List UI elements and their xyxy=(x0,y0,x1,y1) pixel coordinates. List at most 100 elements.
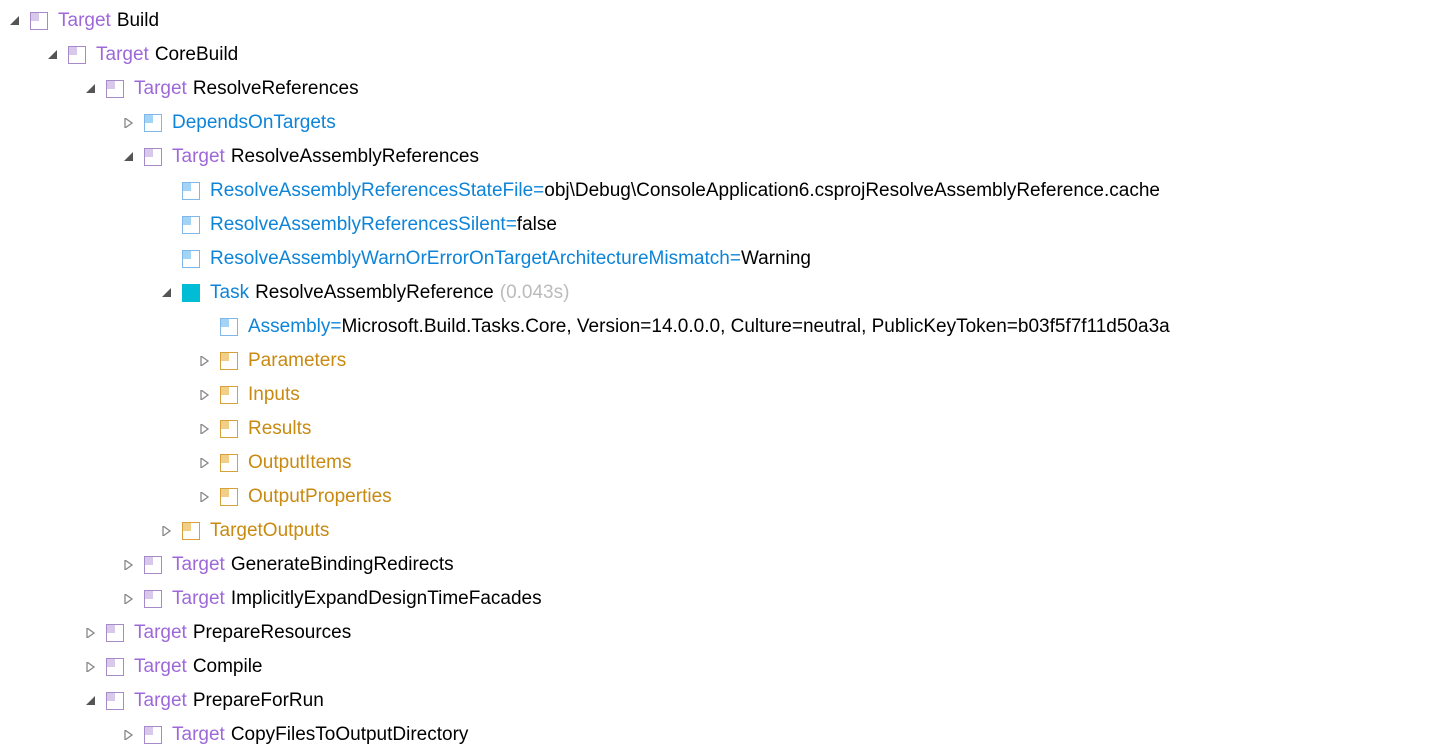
tree-item-text: GenerateBindingRedirects xyxy=(231,548,454,581)
expand-toggle-collapsed[interactable] xyxy=(198,458,212,468)
prop-statefile[interactable]: ResolveAssemblyReferencesStateFile = obj… xyxy=(8,174,1445,208)
purple-square-icon xyxy=(30,12,48,30)
expand-toggle-collapsed[interactable] xyxy=(198,356,212,366)
expand-toggle-collapsed[interactable] xyxy=(122,594,136,604)
tree-item-text: OutputItems xyxy=(248,446,352,479)
expand-toggle-expanded[interactable] xyxy=(84,696,98,706)
target-prepres[interactable]: TargetPrepareResources xyxy=(8,616,1445,650)
blue-square-icon xyxy=(144,114,162,132)
tree-item-text: (0.043s) xyxy=(500,276,570,309)
tree-item-text: Results xyxy=(248,412,311,445)
expand-toggle-collapsed[interactable] xyxy=(122,730,136,740)
expand-toggle-expanded[interactable] xyxy=(8,16,22,26)
purple-square-icon xyxy=(144,556,162,574)
folder-inputs[interactable]: Inputs xyxy=(8,378,1445,412)
orange-square-icon xyxy=(220,454,238,472)
tree-item-text: ResolveAssemblyWarnOrErrorOnTargetArchit… xyxy=(210,242,730,275)
expand-toggle-collapsed[interactable] xyxy=(198,492,212,502)
tree-item-text: false xyxy=(517,208,557,241)
blue-square-icon xyxy=(220,318,238,336)
blue-square-icon xyxy=(182,250,200,268)
expand-toggle-collapsed[interactable] xyxy=(84,662,98,672)
cyan-square-icon xyxy=(182,284,200,302)
prop-assembly[interactable]: Assembly = Microsoft.Build.Tasks.Core, V… xyxy=(8,310,1445,344)
tree-item-text: obj\Debug\ConsoleApplication6.csprojReso… xyxy=(544,174,1160,207)
tree-item-text: OutputProperties xyxy=(248,480,392,513)
target-resolverefs[interactable]: TargetResolveReferences xyxy=(8,72,1445,106)
tree-item-text: ResolveReferences xyxy=(193,72,359,105)
tree-item-text: TargetOutputs xyxy=(210,514,329,547)
tree-item-text: CoreBuild xyxy=(155,38,238,71)
tree-item-text: = xyxy=(506,208,517,241)
expand-toggle-collapsed[interactable] xyxy=(198,424,212,434)
purple-square-icon xyxy=(106,624,124,642)
purple-square-icon xyxy=(106,658,124,676)
purple-square-icon xyxy=(144,590,162,608)
orange-square-icon xyxy=(220,352,238,370)
target-genbinding[interactable]: TargetGenerateBindingRedirects xyxy=(8,548,1445,582)
target-prepforrun[interactable]: TargetPrepareForRun xyxy=(8,684,1445,718)
orange-square-icon xyxy=(220,488,238,506)
tree-item-text: Warning xyxy=(741,242,811,275)
tree-item-text: = xyxy=(730,242,741,275)
tree-item-text: Inputs xyxy=(248,378,300,411)
dependsontargets[interactable]: DependsOnTargets xyxy=(8,106,1445,140)
orange-square-icon xyxy=(220,420,238,438)
prop-archmismatch[interactable]: ResolveAssemblyWarnOrErrorOnTargetArchit… xyxy=(8,242,1445,276)
tree-item-text: ImplicitlyExpandDesignTimeFacades xyxy=(231,582,542,615)
tree-item-text: = xyxy=(533,174,544,207)
purple-square-icon xyxy=(144,726,162,744)
purple-square-icon xyxy=(68,46,86,64)
task-rar[interactable]: TaskResolveAssemblyReference(0.043s) xyxy=(8,276,1445,310)
tree-item-text: CopyFilesToOutputDirectory xyxy=(231,718,469,751)
prop-silent[interactable]: ResolveAssemblyReferencesSilent = false xyxy=(8,208,1445,242)
blue-square-icon xyxy=(182,216,200,234)
expand-toggle-collapsed[interactable] xyxy=(160,526,174,536)
target-copyfiles[interactable]: TargetCopyFilesToOutputDirectory xyxy=(8,718,1445,752)
expand-toggle-expanded[interactable] xyxy=(46,50,60,60)
tree-item-text: Target xyxy=(172,548,225,581)
expand-toggle-collapsed[interactable] xyxy=(122,560,136,570)
target-resolveassemblyrefs[interactable]: TargetResolveAssemblyReferences xyxy=(8,140,1445,174)
folder-results[interactable]: Results xyxy=(8,412,1445,446)
expand-toggle-expanded[interactable] xyxy=(84,84,98,94)
tree-item-text: Task xyxy=(210,276,249,309)
expand-toggle-collapsed[interactable] xyxy=(198,390,212,400)
expand-toggle-collapsed[interactable] xyxy=(84,628,98,638)
tree-item-text: Compile xyxy=(193,650,263,683)
tree-item-text: Assembly xyxy=(248,310,330,343)
tree-item-text: Target xyxy=(172,718,225,751)
folder-outputitems[interactable]: OutputItems xyxy=(8,446,1445,480)
target-compile[interactable]: TargetCompile xyxy=(8,650,1445,684)
folder-parameters[interactable]: Parameters xyxy=(8,344,1445,378)
folder-outputprops[interactable]: OutputProperties xyxy=(8,480,1445,514)
tree-item-text: Target xyxy=(172,140,225,173)
tree-item-text: ResolveAssemblyReferencesStateFile xyxy=(210,174,533,207)
tree-item-text: PrepareResources xyxy=(193,616,351,649)
tree-item-text: ResolveAssemblyReferences xyxy=(231,140,479,173)
folder-targetoutputs[interactable]: TargetOutputs xyxy=(8,514,1445,548)
target-build[interactable]: TargetBuild xyxy=(8,4,1445,38)
tree-item-text: ResolveAssemblyReferencesSilent xyxy=(210,208,506,241)
target-implexpand[interactable]: TargetImplicitlyExpandDesignTimeFacades xyxy=(8,582,1445,616)
tree-item-text: Parameters xyxy=(248,344,346,377)
tree-item-text: Target xyxy=(134,684,187,717)
tree-item-text: PrepareForRun xyxy=(193,684,324,717)
orange-square-icon xyxy=(220,386,238,404)
expand-toggle-expanded[interactable] xyxy=(122,152,136,162)
purple-square-icon xyxy=(144,148,162,166)
tree-item-text: Target xyxy=(134,616,187,649)
target-corebuild[interactable]: TargetCoreBuild xyxy=(8,38,1445,72)
tree-item-text: Build xyxy=(117,4,159,37)
tree-item-text: DependsOnTargets xyxy=(172,106,336,139)
expand-toggle-expanded[interactable] xyxy=(160,288,174,298)
purple-square-icon xyxy=(106,692,124,710)
purple-square-icon xyxy=(106,80,124,98)
tree-item-text: Microsoft.Build.Tasks.Core, Version=14.0… xyxy=(341,310,1169,343)
tree-item-text: Target xyxy=(134,650,187,683)
tree-item-text: = xyxy=(330,310,341,343)
tree-item-text: Target xyxy=(172,582,225,615)
tree-item-text: ResolveAssemblyReference xyxy=(255,276,494,309)
expand-toggle-collapsed[interactable] xyxy=(122,118,136,128)
tree-item-text: Target xyxy=(58,4,111,37)
